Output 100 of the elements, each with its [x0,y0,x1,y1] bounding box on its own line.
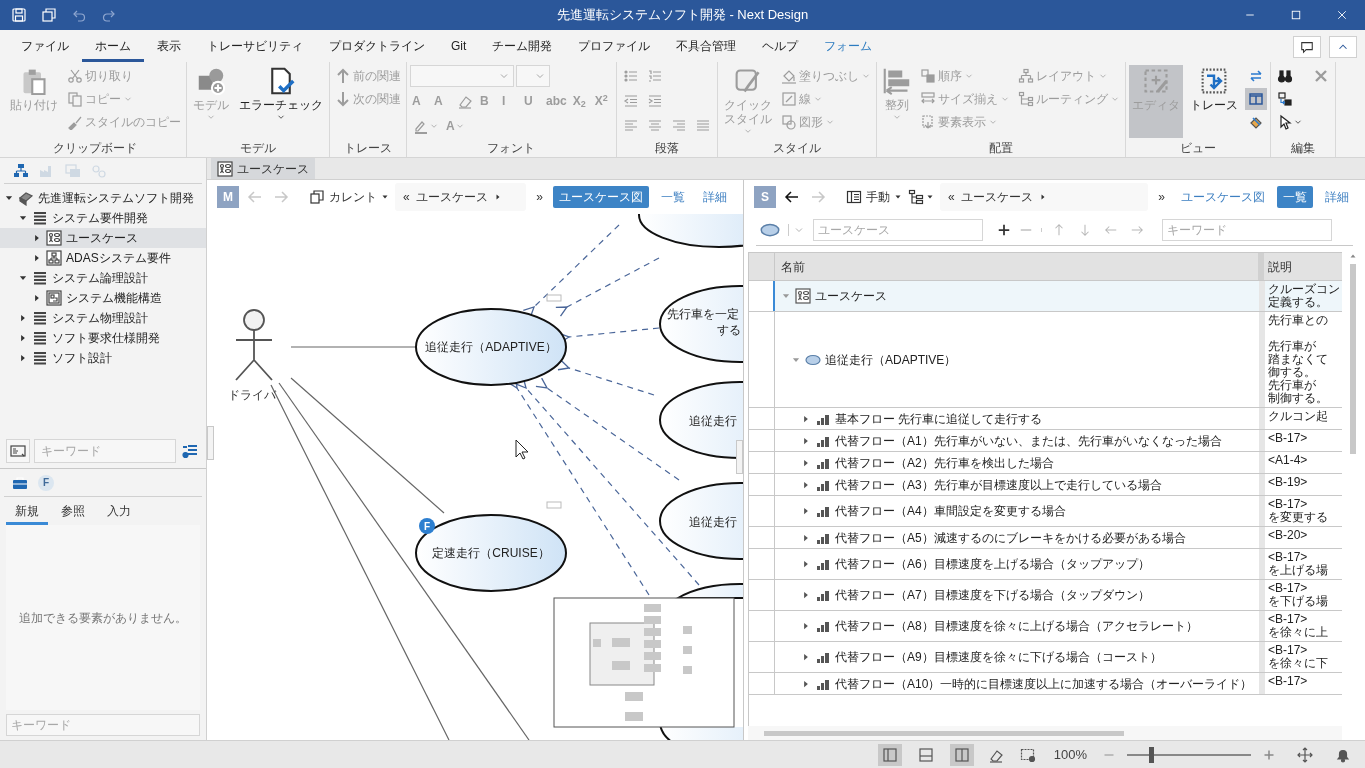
tree-item[interactable]: システム論理設計 [0,268,206,288]
group-label: 配置 [987,140,1014,157]
table-row[interactable]: 代替フロー（A10）一時的に目標速度以上に加速する場合（オーバーライド） <B-17> [749,673,1342,695]
table-row[interactable]: 代替フロー（A3）先行車が目標速度以上で走行している場合 <B-19> [749,474,1342,496]
table-row[interactable]: 代替フロー（A2）先行車を検出した場合 <A1-4> [749,452,1342,474]
panel-tab[interactable]: 参照 [52,499,94,525]
view-tab[interactable]: 詳細 [1319,186,1355,208]
breadcrumb-bar[interactable]: « ユースケース [940,183,1149,211]
table-row[interactable]: 代替フロー（A7）目標速度を下げる場合（タップダウン） <B-17> を下げる場 [749,580,1342,611]
group-label: クリップボード [52,140,138,157]
pane-badge: M [217,186,239,208]
tree-item[interactable]: システム機能構造 [0,288,206,308]
description-text: 先行車が [1268,379,1317,392]
description-text: <B-17> [1268,432,1309,445]
tree-item[interactable]: ADASシステム要件 [0,248,206,268]
item-name: 代替フロー（A8）目標速度を徐々に上げる場合（アクセラレート） [835,618,1198,635]
breadcrumb-back[interactable]: « [403,188,410,206]
group-label: フォント [486,140,537,157]
table-row[interactable]: 追従走行（ADAPTIVE） 先行車との 先行車が 踏まなくて 御する。 先行車が 制御する。 [749,312,1342,408]
window-title: 先進運転システムソフト開発 - Next Design [555,6,810,25]
class-field[interactable]: ユースケース [813,218,983,241]
column-header[interactable]: 説明 [1264,253,1342,280]
breadcrumb-back[interactable]: « [948,188,955,206]
table-row[interactable]: 代替フロー（A8）目標速度を徐々に上げる場合（アクセラレート） <B-17> を徐々に上 [749,611,1342,642]
search-field[interactable]: キーワード [34,439,176,463]
description-text: 先行車が [1268,340,1317,353]
description-text: 定義する。 [1268,296,1329,309]
search-field[interactable]: キーワード [1162,218,1332,241]
actor-label: ドライバ [228,388,276,402]
breadcrumb-more[interactable]: » [1154,188,1169,206]
description-text: <B-17> [1268,613,1309,626]
breadcrumb-item[interactable]: ユースケース [960,188,1033,206]
view-tab[interactable]: 一覧 [1277,186,1313,208]
view-tab[interactable]: 一覧 [655,186,691,208]
description-text: <B-19> [1268,476,1309,489]
table-row[interactable]: 代替フロー（A9）目標速度を徐々に下げる場合（コースト） <B-17> を徐々に下 [749,642,1342,673]
table-row[interactable]: 代替フロー（A6）目標速度を上げる場合（タップアップ） <B-17> を上げる場 [749,549,1342,580]
menu-tab[interactable]: ヘルプ [749,32,812,62]
description-text: 御する。 [1268,366,1317,379]
description-text: を変更する [1268,511,1329,524]
menu-tab[interactable]: プロファイル [565,32,664,62]
menu-tab[interactable]: プロダクトライン [316,32,438,62]
description-text: <B-17> [1268,644,1309,657]
tree-item[interactable]: システム物理設計 [0,308,206,328]
pane-badge: S [754,186,776,208]
menu-tab[interactable]: ファイル [8,32,82,62]
description-text: 先行車との [1268,314,1329,327]
description-text: を徐々に下 [1268,657,1329,670]
menu-tab[interactable]: フォーム [811,32,886,62]
description-text: <A1-4> [1268,454,1309,467]
filter-badge[interactable]: F [38,474,54,491]
description-text: クルコン起 [1268,410,1329,423]
group-label: モデル [239,140,277,157]
panel-tab[interactable]: 入力 [98,499,140,525]
menu-tab[interactable]: トレーサビリティ [194,32,316,62]
table-row[interactable]: 代替フロー（A5）減速するのにブレーキをかける必要がある場合 <B-20> [749,527,1342,549]
item-name: 代替フロー（A1）先行車がいない、または、先行車がいなくなった場合 [835,432,1222,450]
ribbon-button[interactable]: トレース [1186,65,1241,138]
document-tab[interactable]: ユースケース [211,158,315,179]
description-text: を上げる場 [1268,564,1329,577]
menu-tab[interactable]: Git [438,32,480,62]
description-text: <B-17> [1268,551,1309,564]
group-label: 段落 [653,140,680,157]
view-tab[interactable]: ユースケース図 [1175,186,1271,208]
search-field[interactable]: キーワード [6,714,200,736]
ribbon-button[interactable]: エラーチェック [236,65,326,138]
menu-tab[interactable]: チーム開発 [479,32,566,62]
menu-tab[interactable]: 表示 [144,32,194,62]
item-name: 代替フロー（A7）目標速度を下げる場合（タップダウン） [835,587,1150,604]
table-row[interactable]: ユースケース クルーズコン 定義する。 [749,281,1342,312]
description-text: クルーズコン [1268,283,1340,296]
tree-item[interactable]: システム要件開発 [0,208,206,228]
item-name: 代替フロー（A5）減速するのにブレーキをかける必要がある場合 [835,529,1186,547]
tree-item[interactable]: ソフト要求仕様開発 [0,328,206,348]
description-text: <B-20> [1268,529,1309,542]
group-label: スタイル [771,140,822,157]
table-row[interactable]: 基本フロー 先行車に追従して走行する クルコン起 [749,408,1342,430]
use-case-label: 追従走行 [689,414,737,428]
description-text: を下げる場 [1268,595,1329,608]
scope-dropdown[interactable]: カレント [309,188,389,206]
use-case-label: 先行車を一定 する [667,307,741,337]
tree-item[interactable]: ユースケース [0,228,206,248]
item-name: 代替フロー（A9）目標速度を徐々に下げる場合（コースト） [835,649,1162,666]
menu-tab[interactable]: 不具合管理 [663,32,750,62]
breadcrumb-more[interactable]: » [532,188,547,206]
use-case-label: 追従走行（ADAPTIVE） [425,340,557,354]
description-text: 踏まなくて [1268,353,1329,366]
use-case-label: 追従走行 [689,515,737,529]
breadcrumb-item[interactable]: ユースケース [415,188,488,206]
description-text: 制御する。 [1268,392,1329,405]
view-tab[interactable]: 詳細 [697,186,733,208]
mode-dropdown[interactable]: 手動 [846,188,902,206]
breadcrumb-bar[interactable]: « ユースケース [395,183,527,211]
tree-item[interactable]: ソフト設計 [0,348,206,368]
table-row[interactable]: 代替フロー（A1）先行車がいない、または、先行車がいなくなった場合 <B-17> [749,430,1342,452]
tree-item[interactable]: 先進運転システムソフト開発 [0,188,206,208]
table-row[interactable]: 代替フロー（A4）車間設定を変更する場合 <B-17> を変更する [749,496,1342,527]
description-text: を徐々に上 [1268,626,1329,639]
view-tab[interactable]: ユースケース図 [553,186,649,208]
description-text: <B-17> [1268,582,1309,595]
